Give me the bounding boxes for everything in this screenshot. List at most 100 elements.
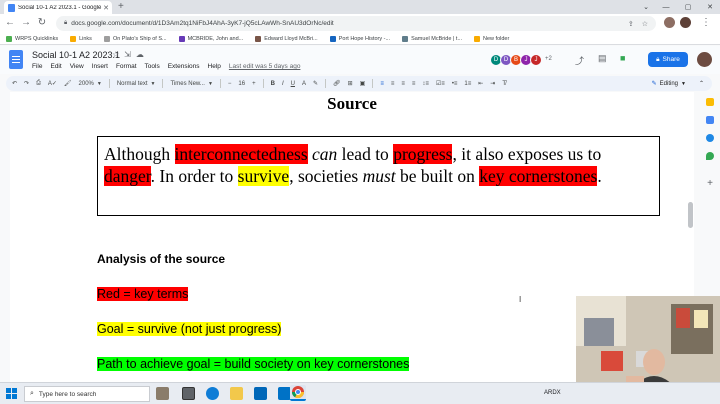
clear-formatting-icon[interactable]: T̸ xyxy=(502,81,506,87)
bookmark-item[interactable]: On Plato's Ship of S... xyxy=(103,35,167,42)
highlight-icon[interactable]: ✎ xyxy=(313,80,318,87)
lock-icon: 🔒︎ xyxy=(64,20,68,26)
bold-icon[interactable]: B xyxy=(271,81,275,87)
tasks-icon[interactable] xyxy=(706,116,714,124)
file-explorer-icon[interactable] xyxy=(230,387,243,400)
collaborator-avatar[interactable]: J xyxy=(530,54,542,66)
share-page-icon[interactable]: ⇪ xyxy=(628,20,634,28)
quote-text: , it also exposes us to xyxy=(452,144,602,164)
cloud-status-icon[interactable]: ☁ xyxy=(136,50,144,59)
close-window-icon[interactable]: ✕ xyxy=(700,0,720,14)
justify-icon[interactable]: ≡ xyxy=(412,81,416,87)
editing-mode-select[interactable]: ✎ Editing ▼ ⌃ xyxy=(652,78,704,89)
decrease-indent-icon[interactable]: ⇤ xyxy=(478,80,483,87)
bulleted-list-icon[interactable]: •≡ xyxy=(452,81,458,87)
print-icon[interactable]: ⎙ xyxy=(36,80,41,87)
menu-file[interactable]: File xyxy=(32,63,42,70)
edge-icon[interactable] xyxy=(206,387,219,400)
align-left-icon[interactable]: ≡ xyxy=(380,81,384,87)
menu-edit[interactable]: Edit xyxy=(50,63,61,70)
insert-image-icon[interactable]: ▣ xyxy=(360,80,366,87)
underline-icon[interactable]: U xyxy=(291,81,295,87)
vertical-scrollbar[interactable] xyxy=(688,202,693,228)
chrome-icon xyxy=(292,386,304,399)
document-title[interactable]: Social 10-1 A2 2023.1 xyxy=(32,50,120,60)
taskbar-news-icon[interactable] xyxy=(156,387,169,400)
share-button[interactable]: 🔒︎ Share xyxy=(648,52,688,67)
italic-icon[interactable]: I xyxy=(282,81,284,87)
browser-menu-icon[interactable]: ⋮ xyxy=(700,17,712,28)
activity-trend-icon[interactable]: ⤴ xyxy=(575,54,584,67)
undo-icon[interactable]: ↶ xyxy=(12,80,17,87)
link-icon[interactable]: 🔗︎ xyxy=(333,80,341,87)
add-addon-icon[interactable]: + xyxy=(707,178,713,189)
redo-icon[interactable]: ↷ xyxy=(24,80,29,87)
menu-extensions[interactable]: Extensions xyxy=(168,63,200,70)
add-comment-icon[interactable]: ⊞ xyxy=(348,80,353,87)
move-folder-icon[interactable]: ⇲ xyxy=(124,50,131,59)
menu-view[interactable]: View xyxy=(70,63,84,70)
last-edit-link[interactable]: Last edit was 5 days ago xyxy=(229,63,301,70)
more-collaborators[interactable]: +2 xyxy=(545,56,552,66)
collapse-toolbar-icon[interactable]: ⌃ xyxy=(699,80,704,87)
style-select[interactable]: Normal text ▼ xyxy=(117,81,156,87)
windows-start-icon[interactable] xyxy=(6,388,18,400)
line-spacing-icon[interactable]: ↕≡ xyxy=(422,81,429,87)
decrease-size-icon[interactable]: − xyxy=(228,81,232,87)
bookmark-item[interactable]: Edward Lloyd McBri... xyxy=(255,35,318,42)
zoom-select[interactable]: 200% ▼ xyxy=(79,81,102,87)
minimize-icon[interactable]: — xyxy=(656,0,676,14)
taskbar-search[interactable]: ⌕ Type here to search xyxy=(24,386,150,402)
goal-line: Goal = survive (not just progress) xyxy=(97,322,282,336)
profile-avatar[interactable] xyxy=(680,17,691,28)
align-right-icon[interactable]: ≡ xyxy=(401,81,405,87)
account-avatar[interactable] xyxy=(697,52,712,67)
reload-icon[interactable]: ↻ xyxy=(36,17,48,28)
font-size-field[interactable]: 16 xyxy=(238,81,245,87)
webcam-overlay xyxy=(576,296,720,386)
paint-format-icon[interactable]: 🖌︎ xyxy=(64,80,72,87)
extension-icon[interactable] xyxy=(664,17,675,28)
close-tab-icon[interactable]: ✕ xyxy=(103,4,109,12)
menu-help[interactable]: Help xyxy=(208,63,221,70)
font-select[interactable]: Times New... ▼ xyxy=(170,81,212,87)
forward-icon[interactable]: → xyxy=(20,17,32,28)
menu-format[interactable]: Format xyxy=(116,63,137,70)
store-icon[interactable] xyxy=(254,387,267,400)
bookmark-item[interactable]: MCBRIDE, John and... xyxy=(178,35,243,42)
bookmark-item[interactable]: New folder xyxy=(474,35,509,42)
goal-highlight: survive xyxy=(237,166,290,186)
editing-mode-label: Editing xyxy=(659,80,679,87)
browser-tab[interactable]: Social 10-1 A2 2023.1 - Google D ✕ xyxy=(4,1,112,14)
comments-icon[interactable]: ▤ xyxy=(598,53,607,64)
task-view-icon[interactable] xyxy=(182,387,195,400)
bookmark-item[interactable]: Links xyxy=(70,35,92,42)
checklist-icon[interactable]: ☑≡ xyxy=(436,80,445,87)
bookmark-item[interactable]: Samuel McBride | t... xyxy=(402,35,462,42)
bookmark-item[interactable]: WRPS Quicklinks xyxy=(6,35,58,42)
tray-ticker[interactable]: ARDX xyxy=(544,390,561,396)
chrome-taskbar-button[interactable] xyxy=(290,385,306,401)
increase-size-icon[interactable]: + xyxy=(252,81,256,87)
new-tab-button[interactable]: + xyxy=(118,1,124,12)
star-icon[interactable]: ☆ xyxy=(112,50,119,59)
key-term-highlight: danger xyxy=(104,166,151,186)
increase-indent-icon[interactable]: ⇥ xyxy=(490,80,495,87)
maximize-icon[interactable]: ▢ xyxy=(678,0,698,14)
docs-logo-icon[interactable] xyxy=(9,50,23,69)
align-center-icon[interactable]: ≡ xyxy=(391,81,395,87)
bookmark-star-icon[interactable]: ☆ xyxy=(642,20,648,28)
spellcheck-icon[interactable]: A✓ xyxy=(48,80,57,87)
numbered-list-icon[interactable]: 1≡ xyxy=(464,81,471,87)
address-bar[interactable]: 🔒︎ docs.google.com/document/d/1D3Am2tq1N… xyxy=(56,16,656,31)
maps-icon[interactable] xyxy=(706,152,714,160)
back-icon[interactable]: ← xyxy=(4,17,16,28)
contacts-icon[interactable] xyxy=(706,134,714,142)
tab-search-icon[interactable]: ⌄ xyxy=(636,0,656,14)
meet-icon[interactable]: ■ xyxy=(620,53,625,63)
text-color-icon[interactable]: A xyxy=(302,81,306,87)
menu-insert[interactable]: Insert xyxy=(92,63,108,70)
keep-icon[interactable] xyxy=(706,98,714,106)
bookmark-item[interactable]: Port Hope History -... xyxy=(329,35,390,42)
menu-tools[interactable]: Tools xyxy=(145,63,160,70)
